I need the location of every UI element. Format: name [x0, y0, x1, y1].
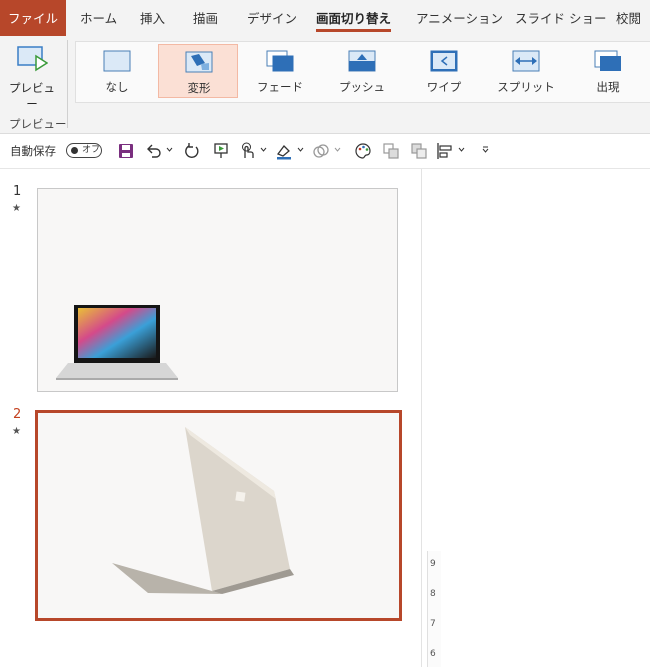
bring-forward-icon[interactable]	[382, 142, 400, 160]
transition-none[interactable]: なし	[77, 44, 157, 98]
redo-icon[interactable]	[183, 142, 201, 160]
tab-design[interactable]: デザイン	[247, 0, 297, 36]
transition-push[interactable]: プッシュ	[322, 44, 402, 98]
slide-thumbnail-1[interactable]	[37, 188, 398, 392]
customize-toolbar-icon[interactable]	[482, 146, 489, 153]
transition-wipe-label: ワイプ	[426, 80, 462, 94]
ribbon-tab-bar: ファイル ホーム 挿入 描画 デザイン 画面切り替え アニメーション スライド …	[0, 0, 650, 36]
tab-draw[interactable]: 描画	[193, 0, 218, 36]
undo-dropdown-chevron-icon[interactable]	[166, 146, 173, 153]
slide-number-1: 1	[13, 184, 22, 199]
transition-none-label: なし	[105, 80, 129, 94]
morph-transition-icon	[185, 51, 213, 73]
laptop-image	[56, 305, 178, 380]
laptop-lid-image	[112, 427, 294, 594]
palette-icon[interactable]	[354, 142, 372, 160]
group-separator	[67, 40, 68, 128]
merge-shapes-dropdown-chevron-icon[interactable]	[334, 146, 341, 153]
autosave-label: 自動保存	[10, 144, 56, 158]
transition-morph[interactable]: 変形	[158, 44, 238, 98]
ribbon-body: プレビュー プレビュー なし 変形 フェード プッシュ ワイプ スプリット 出現	[0, 36, 650, 134]
slide-number-2: 2	[13, 407, 22, 422]
shape-fill-icon[interactable]	[275, 142, 293, 160]
transition-fade-label: フェード	[257, 80, 303, 94]
transition-gallery: なし 変形 フェード プッシュ ワイプ スプリット 出現	[75, 41, 650, 103]
ruler-mark: 9	[430, 559, 436, 569]
autosave-state: オフ	[82, 145, 101, 155]
transition-morph-label: 変形	[187, 81, 211, 95]
transition-wipe[interactable]: ワイプ	[404, 44, 484, 98]
transition-appear[interactable]: 出現	[568, 44, 648, 98]
ruler-mark: 8	[430, 589, 436, 599]
save-icon[interactable]	[117, 142, 135, 160]
tab-animations[interactable]: アニメーション	[416, 0, 503, 36]
wipe-transition-icon	[430, 50, 458, 72]
transition-appear-label: 出現	[596, 80, 620, 94]
toggle-knob	[71, 147, 78, 154]
transition-fade[interactable]: フェード	[240, 44, 320, 98]
preview-button[interactable]: プレビュー	[4, 42, 60, 111]
merge-shapes-icon[interactable]	[312, 142, 330, 160]
tab-transitions[interactable]: 画面切り替え	[316, 0, 392, 36]
fade-transition-icon	[266, 50, 294, 72]
slide-thumbnail-pane: 1 ★ 2 ★	[0, 169, 422, 667]
none-transition-icon	[103, 50, 131, 72]
tab-file[interactable]: ファイル	[0, 0, 66, 36]
ruler-mark: 7	[430, 619, 436, 629]
align-left-icon[interactable]	[436, 142, 454, 160]
tab-home[interactable]: ホーム	[80, 0, 117, 36]
undo-icon[interactable]	[145, 142, 163, 160]
touch-mode-icon[interactable]	[238, 142, 256, 160]
touch-dropdown-chevron-icon[interactable]	[260, 146, 267, 153]
vertical-ruler: 9 8 7 6	[427, 551, 441, 667]
preview-label: プレビュー	[9, 81, 55, 111]
transition-star-icon: ★	[12, 203, 21, 214]
ruler-mark: 6	[430, 649, 436, 659]
slideshow-from-start-icon[interactable]	[212, 142, 230, 160]
preview-group-label: プレビュー	[9, 117, 67, 131]
tab-slideshow[interactable]: スライド ショー	[515, 0, 606, 36]
align-dropdown-chevron-icon[interactable]	[458, 146, 465, 153]
tab-insert[interactable]: 挿入	[140, 0, 165, 36]
transition-push-label: プッシュ	[339, 80, 385, 94]
transition-star-icon: ★	[12, 426, 21, 437]
preview-icon	[17, 46, 48, 72]
transition-split[interactable]: スプリット	[486, 44, 566, 98]
quick-access-toolbar: 自動保存 オフ	[0, 134, 650, 169]
slide-thumbnail-2-selected[interactable]	[35, 410, 402, 621]
push-transition-icon	[348, 50, 376, 72]
appear-transition-icon	[594, 50, 621, 71]
send-backward-icon[interactable]	[410, 142, 428, 160]
shape-fill-dropdown-chevron-icon[interactable]	[297, 146, 304, 153]
transition-split-label: スプリット	[497, 80, 555, 94]
autosave-toggle[interactable]: オフ	[66, 143, 102, 158]
split-transition-icon	[512, 50, 540, 72]
tab-review[interactable]: 校閲	[616, 0, 641, 36]
